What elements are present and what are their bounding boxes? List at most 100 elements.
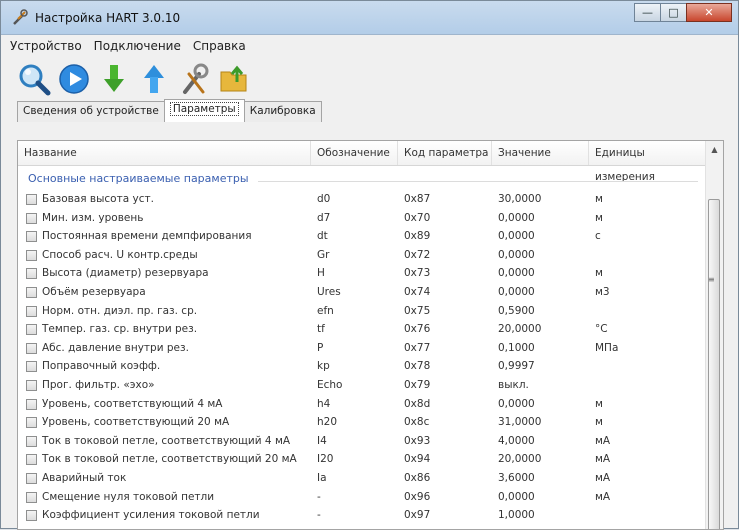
row-checkbox[interactable] — [26, 398, 37, 410]
param-code: 0x86 — [404, 472, 431, 484]
param-name: Темпер. газ. ср. внутри рез. — [42, 323, 198, 336]
param-unit: мА — [595, 453, 611, 466]
open-folder-button[interactable] — [217, 62, 251, 96]
table-row[interactable]: Прог. фильтр. «эхо» Echo 0x79 выкл. — [18, 377, 708, 396]
scrollbar-thumb[interactable] — [708, 199, 720, 529]
toolbar — [1, 57, 738, 101]
column-header-symbol[interactable]: Обозначение — [311, 141, 398, 165]
param-value: 0,1000 — [498, 341, 535, 354]
column-header-value[interactable]: Значение — [492, 141, 589, 165]
column-header-code[interactable]: Код параметра — [398, 141, 492, 165]
minimize-button[interactable]: — — [634, 3, 661, 22]
table-row[interactable]: Абс. давление внутри рез. P 0x77 0,1000 МПа — [18, 340, 708, 359]
row-checkbox[interactable] — [26, 417, 37, 429]
row-checkbox[interactable] — [26, 305, 37, 317]
param-name: Объём резервуара — [42, 286, 146, 298]
param-name: Базовая высота уст. — [42, 193, 154, 205]
param-unit: мА — [595, 490, 611, 503]
table-row[interactable]: Норм. отн. диэл. пр. газ. ср. efn 0x75 0,59… — [18, 303, 708, 322]
param-value: 30,0000 — [498, 193, 542, 205]
table-row[interactable]: Ток в токовой петле, соответствующий 4 м… — [18, 433, 708, 452]
title-bar[interactable]: Настройка HART 3.0.10 — □ ✕ — [1, 1, 738, 35]
play-button[interactable] — [57, 62, 91, 96]
param-value: 20,0000 — [498, 323, 542, 336]
row-checkbox[interactable] — [26, 249, 37, 261]
group-divider — [258, 181, 698, 182]
row-checkbox[interactable] — [26, 212, 37, 224]
column-header-name[interactable]: Название — [18, 141, 311, 165]
tab-calibration[interactable]: Калибровка — [243, 101, 322, 122]
vertical-scrollbar[interactable]: ▲ ≡ — [705, 141, 723, 529]
row-checkbox[interactable] — [26, 268, 37, 280]
tab-device-info[interactable]: Сведения об устройстве — [17, 101, 165, 122]
column-header-units[interactable]: Единицы измерения — [589, 141, 708, 183]
close-button[interactable]: ✕ — [686, 3, 732, 22]
maximize-button[interactable]: □ — [660, 3, 687, 22]
param-symbol: kp — [317, 360, 330, 373]
param-name: Коэффициент усиления токовой петли — [42, 509, 260, 522]
search-icon — [19, 64, 51, 96]
param-name: Норм. отн. диэл. пр. газ. ср. — [42, 304, 198, 317]
tools-button[interactable] — [177, 62, 211, 96]
param-name: Уровень, соответствующий 20 мА — [42, 416, 230, 429]
param-code: 0x72 — [404, 248, 431, 261]
menu-connection[interactable]: Подключение — [93, 37, 182, 55]
param-value: 0,0000 — [498, 230, 535, 243]
table-row[interactable]: Смещение нуля токовой петли - 0x96 0,0000 мА — [18, 489, 708, 508]
row-checkbox[interactable] — [26, 361, 37, 373]
window-title: Настройка HART 3.0.10 — [35, 10, 181, 25]
table-row[interactable]: Коэффициент усиления токовой петли - 0x97 1… — [18, 507, 708, 526]
param-unit: м — [595, 397, 603, 410]
row-checkbox[interactable] — [26, 454, 37, 466]
search-button[interactable] — [17, 62, 51, 96]
row-checkbox[interactable] — [26, 342, 37, 354]
table-row[interactable]: Поправочный коэфф. kp 0x78 0,9997 — [18, 358, 708, 377]
param-code: 0x74 — [404, 286, 431, 298]
param-symbol: d7 — [317, 211, 331, 224]
row-checkbox[interactable] — [26, 380, 37, 391]
table-row[interactable]: Постоянная времени демпфирования dt 0x89 0,… — [18, 228, 708, 247]
param-unit: м — [595, 211, 603, 224]
table-row[interactable]: Темпер. газ. ср. внутри рез. tf 0x76 20,000… — [18, 321, 708, 340]
menu-help[interactable]: Справка — [192, 37, 247, 55]
table-row[interactable]: Уровень, соответствующий 4 мА h4 0x8d 0,000… — [18, 396, 708, 415]
param-code: 0x70 — [404, 211, 431, 224]
param-value: 0,5900 — [498, 304, 535, 317]
table-row[interactable]: Ток в токовой петле, соответствующий 20 … — [18, 451, 708, 470]
table-row[interactable]: Способ расч. U контр.среды Gr 0x72 0,0000 — [18, 247, 708, 266]
table-row[interactable]: Высота (диаметр) резервуара H 0x73 0,0000 м — [18, 265, 708, 284]
param-code: 0x76 — [404, 323, 431, 336]
row-checkbox[interactable] — [26, 324, 37, 336]
row-checkbox[interactable] — [26, 194, 37, 205]
row-checkbox[interactable] — [26, 231, 37, 243]
row-checkbox[interactable] — [26, 435, 37, 447]
param-unit: мА — [595, 472, 611, 484]
table-row[interactable]: Объём резервуара Ures 0x74 0,0000 м3 — [18, 284, 708, 303]
row-checkbox[interactable] — [26, 510, 37, 522]
table-row[interactable]: Уровень, соответствующий 20 мА h20 0x8c 31,… — [18, 414, 708, 433]
param-name: Постоянная времени демпфирования — [42, 230, 252, 243]
scroll-up-arrow-icon[interactable]: ▲ — [706, 141, 723, 158]
param-value: 0,9997 — [498, 360, 535, 373]
menu-device[interactable]: Устройство — [9, 37, 83, 55]
param-name: Поправочный коэфф. — [42, 360, 161, 373]
row-checkbox[interactable] — [26, 473, 37, 484]
param-value: 3,6000 — [498, 472, 535, 484]
row-checkbox[interactable] — [26, 287, 37, 298]
tab-bar: Сведения об устройстве Параметры Калибро… — [1, 99, 738, 122]
tab-parameters[interactable]: Параметры — [163, 99, 245, 122]
upload-button[interactable] — [137, 62, 171, 96]
param-symbol: tf — [317, 323, 325, 336]
param-code: 0x79 — [404, 379, 431, 391]
param-symbol: dt — [317, 230, 328, 243]
table-row[interactable]: Базовая высота уст. d0 0x87 30,0000 м — [18, 191, 708, 210]
window-controls: — □ ✕ — [634, 3, 732, 22]
param-symbol: h20 — [317, 416, 338, 429]
param-symbol: h4 — [317, 397, 331, 410]
table-row[interactable]: Аварийный ток Ia 0x86 3,6000 мА — [18, 470, 708, 489]
download-button[interactable] — [97, 62, 131, 96]
param-symbol: - — [317, 490, 321, 503]
row-checkbox[interactable] — [26, 491, 37, 503]
table-row[interactable]: Мин. изм. уровень d7 0x70 0,0000 м — [18, 210, 708, 229]
param-symbol: d0 — [317, 193, 331, 205]
